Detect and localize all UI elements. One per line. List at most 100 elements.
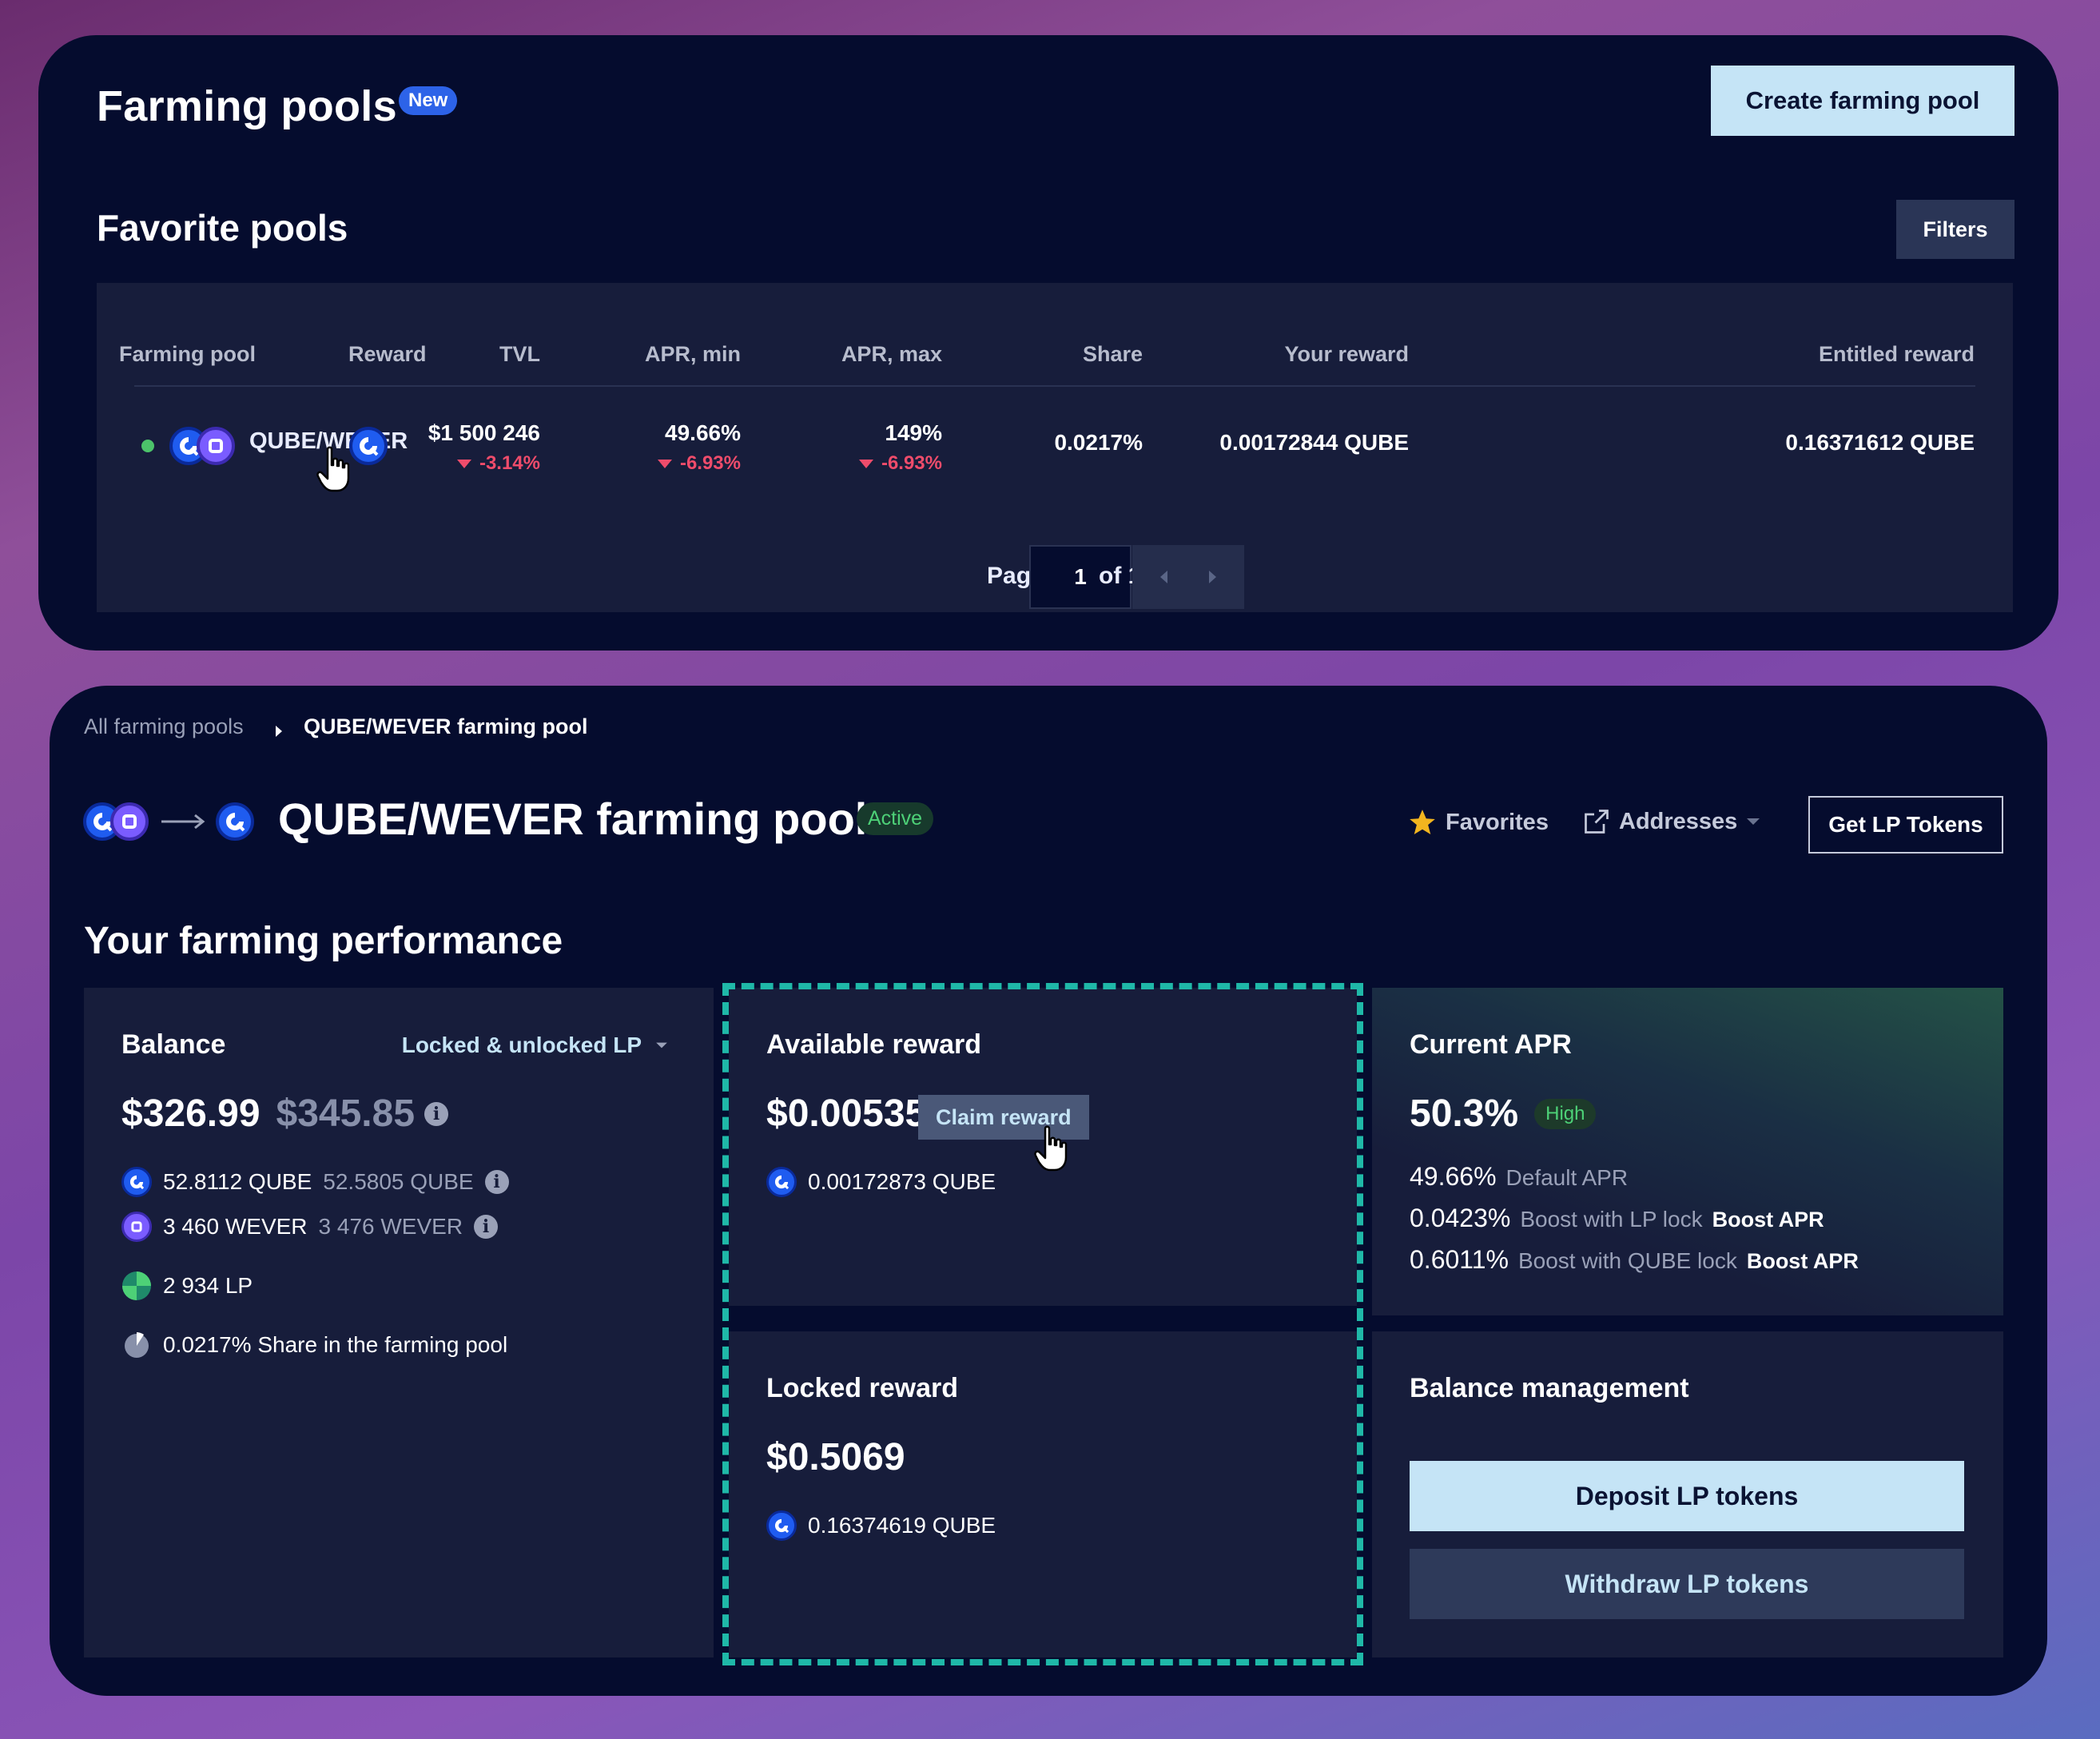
lp-boost-row: 0.0423% Boost with LP lock Boost APR	[1410, 1204, 1824, 1233]
default-apr-label: Default APR	[1505, 1165, 1629, 1190]
lp-type-label: Locked & unlocked LP	[401, 1033, 642, 1057]
create-farming-pool-button[interactable]: Create farming pool	[1711, 66, 2014, 136]
breadcrumb-separator-icon	[273, 719, 284, 744]
favorite-pools-table: Farming pool Reward TVL APR, min APR, ma…	[97, 283, 2013, 612]
qube-coin-icon	[766, 1510, 797, 1541]
column-header-apr-max[interactable]: APR, max	[841, 342, 942, 367]
addresses-label: Addresses	[1619, 808, 1738, 834]
down-triangle-icon	[858, 460, 873, 469]
pool-title: QUBE/WEVER farming pool	[278, 794, 868, 844]
table-row[interactable]: QUBE/WEVER $1 500 246 -3.14% 49.66% -6.9…	[97, 387, 2013, 515]
locked-reward-amount-line: 0.16374619 QUBE	[766, 1510, 996, 1541]
boost-apr-lp-link[interactable]: Boost APR	[1712, 1208, 1824, 1232]
down-triangle-icon	[456, 460, 471, 469]
get-lp-tokens-button[interactable]: Get LP Tokens	[1808, 796, 2003, 854]
info-icon[interactable]: i	[424, 1101, 449, 1126]
info-icon[interactable]: i	[474, 1215, 499, 1239]
balance-usd-total: $345.85	[276, 1092, 416, 1135]
arrow-right-icon	[161, 814, 205, 830]
lp-boost-value: 0.0423%	[1410, 1204, 1511, 1232]
favorites-toggle[interactable]: Favorites	[1407, 807, 1549, 838]
qube-boost-row: 0.6011% Boost with QUBE lock Boost APR	[1410, 1245, 1859, 1275]
qube-coin-icon	[766, 1167, 797, 1197]
available-reward-amount: 0.00172873 QUBE	[808, 1169, 996, 1194]
wever-coin-icon	[197, 427, 235, 465]
balance-wever-total: 3 476 WEVER	[318, 1214, 463, 1239]
column-header-tvl[interactable]: TVL	[499, 342, 540, 367]
share-cell: 0.0217%	[1054, 430, 1143, 455]
column-header-farming-pool[interactable]: Farming pool	[119, 342, 256, 367]
current-apr-value: 50.3%	[1410, 1092, 1519, 1135]
column-header-apr-min[interactable]: APR, min	[645, 342, 741, 367]
apr-min-cell: 49.66% -6.93%	[657, 420, 741, 475]
hand-cursor-icon	[316, 446, 350, 492]
current-apr-title: Current APR	[1410, 1029, 1572, 1060]
info-icon[interactable]: i	[484, 1170, 509, 1194]
apr-max-change-value: -6.93%	[881, 452, 942, 474]
balance-qube-total: 52.5805 QUBE	[323, 1169, 474, 1194]
performance-heading: Your farming performance	[84, 920, 563, 962]
status-dot	[141, 440, 154, 452]
favorite-pools-heading: Favorite pools	[97, 207, 348, 249]
balance-management-card: Balance management Deposit LP tokens Wit…	[1372, 1331, 2003, 1657]
locked-reward-card: Locked reward $0.5069 0.16374619 QUBE	[729, 1331, 1357, 1657]
balance-card: Balance Locked & unlocked LP $326.99 $34…	[84, 988, 714, 1657]
balance-qube-value: 52.8112 QUBE	[163, 1169, 312, 1194]
column-header-entitled-reward[interactable]: Entitled reward	[1819, 342, 1975, 367]
tvl-value: $1 500 246	[428, 420, 540, 445]
your-reward-cell: 0.00172844 QUBE	[1219, 430, 1409, 455]
page-title: Farming pools	[97, 82, 397, 130]
chevron-right-icon	[1209, 571, 1216, 583]
current-apr-value-row: 50.3% High	[1410, 1092, 1597, 1136]
locked-reward-title: Locked reward	[766, 1373, 958, 1403]
balance-wever-value: 3 460 WEVER	[163, 1214, 308, 1239]
apr-level-badge: High	[1534, 1098, 1597, 1129]
balance-share-value: 0.0217% Share in the farming pool	[163, 1332, 508, 1357]
boost-apr-qube-link[interactable]: Boost APR	[1747, 1249, 1859, 1274]
reward-qube-coin-icon	[216, 802, 254, 841]
available-reward-usd: $0.00535	[766, 1092, 927, 1135]
addresses-dropdown[interactable]: Addresses	[1582, 807, 1761, 836]
next-page-button[interactable]	[1180, 545, 1244, 609]
tvl-cell: $1 500 246 -3.14%	[428, 420, 540, 475]
balance-qube-line: 52.8112 QUBE 52.5805 QUBE i	[121, 1167, 509, 1197]
qube-boost-value: 0.6011%	[1410, 1245, 1509, 1274]
filters-button[interactable]: Filters	[1896, 200, 2014, 259]
balance-usd: $326.99 $345.85 i	[121, 1092, 449, 1136]
default-apr-row: 49.66% Default APR	[1410, 1162, 1628, 1192]
reward-qube-coin-icon	[349, 427, 388, 465]
star-icon	[1410, 810, 1435, 835]
column-header-reward[interactable]: Reward	[348, 342, 427, 367]
new-badge: New	[399, 86, 458, 115]
balance-lp-line: 2 934 LP	[121, 1271, 253, 1301]
tvl-change: -3.14%	[428, 452, 540, 475]
entitled-reward-cell: 0.16371612 QUBE	[1785, 430, 1975, 455]
apr-max-value: 149%	[885, 420, 942, 445]
apr-min-change: -6.93%	[657, 452, 741, 475]
lp-boost-label: Boost with LP lock	[1520, 1207, 1703, 1232]
breadcrumb-current: QUBE/WEVER farming pool	[304, 714, 588, 738]
balance-lp-value: 2 934 LP	[163, 1273, 253, 1298]
pool-detail-panel: All farming pools QUBE/WEVER farming poo…	[50, 686, 2047, 1696]
current-apr-card: Current APR 50.3% High 49.66% Default AP…	[1372, 988, 2003, 1315]
qube-coin-icon	[121, 1167, 152, 1197]
withdraw-lp-button[interactable]: Withdraw LP tokens	[1410, 1549, 1964, 1619]
apr-max-change: -6.93%	[858, 452, 942, 475]
lp-type-selector[interactable]: Locked & unlocked LP	[402, 1033, 669, 1058]
available-reward-amount-line: 0.00172873 QUBE	[766, 1167, 996, 1197]
locked-reward-usd: $0.5069	[766, 1436, 905, 1478]
qube-boost-label: Boost with QUBE lock	[1517, 1248, 1737, 1273]
tvl-change-value: -3.14%	[479, 452, 540, 474]
favorites-label: Favorites	[1446, 809, 1549, 835]
breadcrumb-all-pools[interactable]: All farming pools	[84, 714, 244, 739]
column-header-share[interactable]: Share	[1083, 342, 1143, 367]
balance-share-line: 0.0217% Share in the farming pool	[121, 1330, 507, 1360]
available-reward-title: Available reward	[766, 1029, 981, 1060]
wever-coin-icon	[110, 802, 149, 841]
hand-cursor-icon	[1034, 1125, 1068, 1172]
column-header-your-reward[interactable]: Your reward	[1284, 342, 1409, 367]
deposit-lp-button[interactable]: Deposit LP tokens	[1410, 1461, 1964, 1531]
apr-max-cell: 149% -6.93%	[858, 420, 942, 475]
balance-wever-line: 3 460 WEVER 3 476 WEVER i	[121, 1212, 499, 1242]
locked-reward-amount: 0.16374619 QUBE	[808, 1513, 996, 1538]
